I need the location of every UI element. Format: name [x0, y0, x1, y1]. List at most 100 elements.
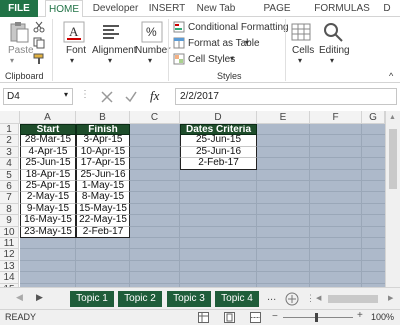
- row-header[interactable]: 12: [0, 249, 19, 261]
- cells-icon[interactable]: [290, 21, 312, 43]
- scroll-left-icon[interactable]: ◀: [316, 294, 321, 302]
- sheet-tab-topic-4[interactable]: Topic 4: [215, 291, 259, 307]
- zoom-level[interactable]: 100%: [371, 312, 394, 322]
- table-cell[interactable]: 22-May-15: [76, 215, 130, 227]
- alignment-dropdown-icon[interactable]: ▾: [108, 56, 112, 65]
- table-cell[interactable]: 3-Apr-15: [76, 135, 130, 147]
- column-header[interactable]: D: [180, 111, 257, 124]
- table-cell[interactable]: 2-May-15: [20, 192, 76, 204]
- conditional-formatting-button[interactable]: Conditional Formatting: [188, 22, 289, 33]
- prev-sheet-icon[interactable]: ◀: [16, 292, 23, 303]
- font-icon[interactable]: A: [63, 21, 85, 43]
- scroll-up-icon[interactable]: ▲: [389, 114, 396, 121]
- row-header[interactable]: 11: [0, 238, 19, 250]
- row-header[interactable]: 2: [0, 135, 19, 147]
- column-header[interactable]: A: [20, 111, 76, 124]
- table-cell[interactable]: 2-Feb-17: [76, 226, 130, 238]
- zoom-slider-thumb[interactable]: [315, 313, 318, 322]
- cut-icon[interactable]: [33, 21, 45, 33]
- normal-view-icon[interactable]: [198, 312, 209, 323]
- column-header[interactable]: B: [76, 111, 130, 124]
- editing-dropdown-icon[interactable]: ▾: [330, 56, 334, 65]
- sheet-tab-topic-3[interactable]: Topic 3: [167, 291, 211, 307]
- column-header[interactable]: C: [130, 111, 180, 124]
- table-cell[interactable]: 15-May-15: [76, 203, 130, 216]
- number-format-icon[interactable]: %: [141, 21, 163, 43]
- cell-styles-button[interactable]: Cell Styles: [188, 54, 235, 65]
- zoom-in-button[interactable]: +: [357, 310, 363, 321]
- criteria-header-cell[interactable]: Dates Criteria: [180, 124, 257, 136]
- scroll-right-icon[interactable]: ▶: [388, 294, 393, 302]
- tab-page-layout[interactable]: PAGE LAYOUT: [243, 0, 311, 31]
- format-as-table-dropdown-icon[interactable]: ▾: [245, 38, 249, 47]
- font-button[interactable]: Font: [66, 45, 86, 56]
- font-dropdown-icon[interactable]: ▾: [70, 56, 74, 65]
- select-all-corner[interactable]: [0, 111, 20, 124]
- alignment-icon[interactable]: [100, 21, 122, 43]
- table-cell[interactable]: 28-Mar-15: [20, 135, 76, 147]
- name-box-dropdown-icon[interactable]: ▾: [64, 90, 68, 99]
- table-cell[interactable]: 17-Apr-15: [76, 158, 130, 170]
- more-sheets-button[interactable]: ...: [267, 291, 276, 303]
- horizontal-scroll-thumb[interactable]: [328, 295, 378, 303]
- copy-icon[interactable]: [33, 37, 45, 49]
- tab-file[interactable]: FILE: [0, 0, 38, 17]
- row-header[interactable]: 13: [0, 260, 19, 273]
- criteria-cell[interactable]: 25-Jun-15: [180, 135, 257, 147]
- editing-button[interactable]: Editing: [319, 45, 350, 56]
- cancel-icon[interactable]: [100, 90, 114, 104]
- zoom-out-button[interactable]: −: [272, 311, 278, 322]
- table-cell[interactable]: 25-Apr-15: [20, 181, 76, 193]
- insert-function-button[interactable]: fx: [150, 88, 159, 104]
- name-box[interactable]: D4: [3, 88, 73, 105]
- row-header[interactable]: 9: [0, 215, 19, 227]
- tab-developer[interactable]: Developer: [88, 0, 143, 17]
- row-header[interactable]: 14: [0, 272, 19, 284]
- table-header-cell[interactable]: Start: [20, 124, 76, 136]
- page-break-view-icon[interactable]: [250, 312, 261, 323]
- table-cell[interactable]: 1-May-15: [76, 181, 130, 193]
- row-header[interactable]: 5: [0, 169, 19, 181]
- column-header[interactable]: F: [310, 111, 362, 124]
- sheet-tab-topic-2[interactable]: Topic 2: [118, 291, 162, 307]
- paste-icon[interactable]: [8, 21, 30, 43]
- criteria-cell[interactable]: 25-Jun-16: [180, 146, 257, 159]
- cell-styles-dropdown-icon[interactable]: ▾: [230, 54, 234, 63]
- row-header[interactable]: 1: [0, 124, 19, 136]
- tab-new-tab[interactable]: New Tab: [192, 0, 240, 17]
- paste-button[interactable]: Paste: [8, 45, 34, 56]
- alignment-button[interactable]: Alignment: [92, 45, 136, 56]
- table-cell[interactable]: 16-May-15: [20, 215, 76, 227]
- tab-data[interactable]: D: [378, 0, 396, 17]
- row-header[interactable]: 3: [0, 146, 19, 159]
- table-cell[interactable]: 25-Jun-16: [76, 169, 130, 181]
- vertical-scrollbar[interactable]: ▲: [385, 111, 400, 287]
- sheet-tab-topic-1[interactable]: Topic 1: [70, 291, 114, 307]
- table-header-cell[interactable]: Finish: [76, 124, 130, 136]
- format-painter-icon[interactable]: [33, 53, 45, 65]
- formula-input[interactable]: 2/2/2017: [175, 88, 397, 105]
- table-cell[interactable]: 8-May-15: [76, 192, 130, 204]
- cells-button[interactable]: Cells: [292, 45, 314, 56]
- cells-dropdown-icon[interactable]: ▾: [298, 56, 302, 65]
- row-header[interactable]: 4: [0, 158, 19, 170]
- table-cell[interactable]: 9-May-15: [20, 203, 76, 216]
- row-header[interactable]: 10: [0, 226, 19, 238]
- row-header[interactable]: 6: [0, 181, 19, 193]
- column-header[interactable]: G: [362, 111, 385, 124]
- row-header[interactable]: 8: [0, 203, 19, 216]
- row-header[interactable]: 7: [0, 192, 19, 204]
- collapse-ribbon-icon[interactable]: ^: [389, 71, 393, 81]
- table-cell[interactable]: 18-Apr-15: [20, 169, 76, 181]
- zoom-slider[interactable]: [283, 317, 353, 318]
- vertical-scroll-thumb[interactable]: [389, 129, 397, 189]
- table-cell[interactable]: 10-Apr-15: [76, 146, 130, 159]
- column-header[interactable]: E: [257, 111, 310, 124]
- table-cell[interactable]: 23-May-15: [20, 226, 76, 238]
- next-sheet-icon[interactable]: ▶: [36, 292, 43, 303]
- tab-insert[interactable]: INSERT: [146, 0, 188, 17]
- page-layout-view-icon[interactable]: [224, 312, 235, 323]
- table-cell[interactable]: 25-Jun-15: [20, 158, 76, 170]
- tab-home[interactable]: HOME: [45, 0, 83, 18]
- enter-icon[interactable]: [124, 90, 138, 104]
